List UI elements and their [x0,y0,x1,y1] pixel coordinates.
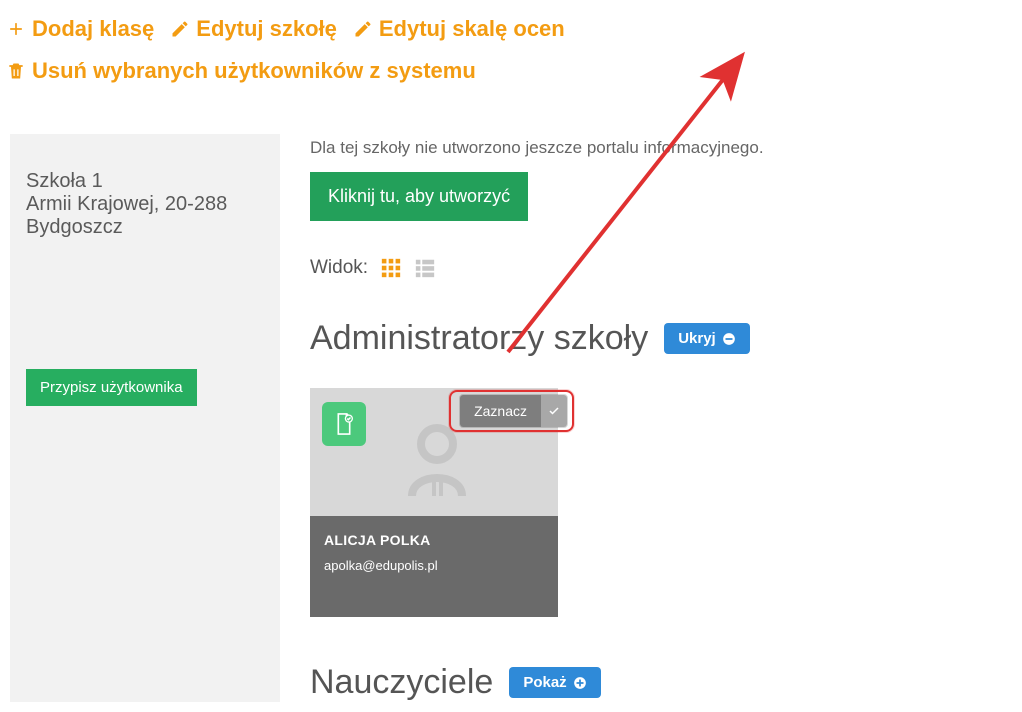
edit-gradescale-button[interactable]: Edytuj skalę ocen [353,16,565,42]
card-top: Zaznacz [310,388,558,516]
avatar-icon [406,422,468,507]
delete-users-button[interactable]: Usuń wybranych użytkowników z systemu [6,58,476,84]
add-class-button[interactable]: Dodaj klasę [6,16,154,42]
user-name: ALICJA POLKA [324,532,544,548]
hide-label: Ukryj [678,330,716,347]
list-view-icon[interactable] [414,257,436,279]
hide-admins-button[interactable]: Ukryj [664,323,750,354]
portal-info-text: Dla tej szkoły nie utworzono jeszcze por… [310,138,1012,158]
minus-circle-icon [722,332,736,346]
admin-user-card: Zaznacz ALICJA POLKA apolka@edupolis.pl [310,388,558,617]
toolbar-label: Dodaj klasę [32,16,154,42]
school-city: Bydgoszcz [26,216,264,239]
toolbar-label: Usuń wybranych użytkowników z systemu [32,58,476,84]
select-user-button[interactable]: Zaznacz [460,395,541,427]
edit-icon [353,19,373,39]
admins-section-header: Administratorzy szkoły Ukryj [310,319,1012,358]
admins-title: Administratorzy szkoły [310,319,648,358]
school-name: Szkoła 1 [26,170,264,193]
school-sidebar: Szkoła 1 Armii Krajowej, 20-288 Bydgoszc… [10,134,280,702]
edit-icon [170,19,190,39]
view-label: Widok: [310,257,368,279]
top-toolbar: Dodaj klasę Edytuj szkołę Edytuj skalę o… [0,0,1022,94]
create-portal-button[interactable]: Kliknij tu, aby utworzyć [310,172,528,221]
edit-school-button[interactable]: Edytuj szkołę [170,16,337,42]
school-street: Armii Krajowej, 20-288 [26,193,264,216]
select-user-check-button[interactable] [541,395,567,427]
grid-view-icon[interactable] [380,257,402,279]
content: Szkoła 1 Armii Krajowej, 20-288 Bydgoszc… [0,94,1022,712]
trash-icon [6,61,26,81]
document-check-icon [322,402,366,446]
toolbar-label: Edytuj skalę ocen [379,16,565,42]
assign-user-button[interactable]: Przypisz użytkownika [26,369,197,406]
toolbar-label: Edytuj szkołę [196,16,337,42]
main-area: Dla tej szkoły nie utworzono jeszcze por… [310,134,1012,702]
select-user-wrap: Zaznacz [459,394,568,428]
user-email: apolka@edupolis.pl [324,558,544,573]
card-bottom: ALICJA POLKA apolka@edupolis.pl [310,516,558,617]
plus-icon [6,19,26,39]
view-row: Widok: [310,257,1012,279]
